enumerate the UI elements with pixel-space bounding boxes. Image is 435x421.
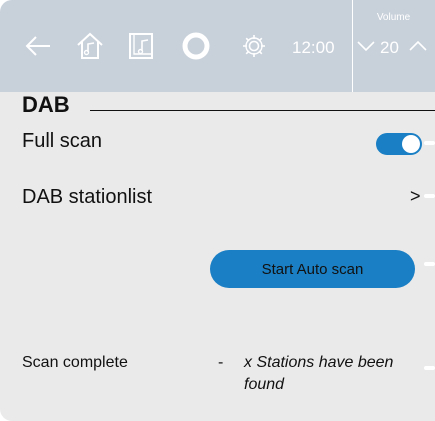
full-scan-label: Full scan xyxy=(22,130,103,152)
chevron-right-icon[interactable]: > xyxy=(410,186,421,207)
home-icon[interactable] xyxy=(74,30,106,62)
screen: 12:00 Volume 20 DAB Full scan DAB statio… xyxy=(0,0,435,421)
clock-time: 12:00 xyxy=(292,38,335,57)
status-separator: - xyxy=(218,354,224,371)
music-icon[interactable] xyxy=(126,30,158,62)
scroll-marker xyxy=(424,141,435,145)
toggle-knob xyxy=(402,135,420,153)
volume-value: 20 xyxy=(380,38,399,57)
scroll-marker xyxy=(424,366,435,370)
scroll-marker xyxy=(424,194,435,198)
dab-stationlist-label[interactable]: DAB stationlist xyxy=(22,186,152,209)
chevron-up-icon[interactable] xyxy=(408,38,428,54)
section-title: DAB xyxy=(22,92,70,117)
back-arrow-icon[interactable] xyxy=(22,30,54,62)
full-scan-toggle[interactable] xyxy=(376,133,422,155)
start-auto-scan-button[interactable]: Start Auto scan xyxy=(210,250,415,288)
section-underline xyxy=(90,110,435,111)
scroll-marker xyxy=(424,262,435,266)
volume-label: Volume xyxy=(376,12,411,23)
scan-status-label: Scan complete xyxy=(22,354,128,371)
top-bar: 12:00 Volume 20 xyxy=(0,0,435,92)
chevron-down-icon[interactable] xyxy=(356,38,376,54)
settings-gear-icon[interactable] xyxy=(238,30,270,62)
alexa-icon[interactable] xyxy=(180,30,212,62)
stations-found-message: x Stations have been found xyxy=(244,354,394,393)
